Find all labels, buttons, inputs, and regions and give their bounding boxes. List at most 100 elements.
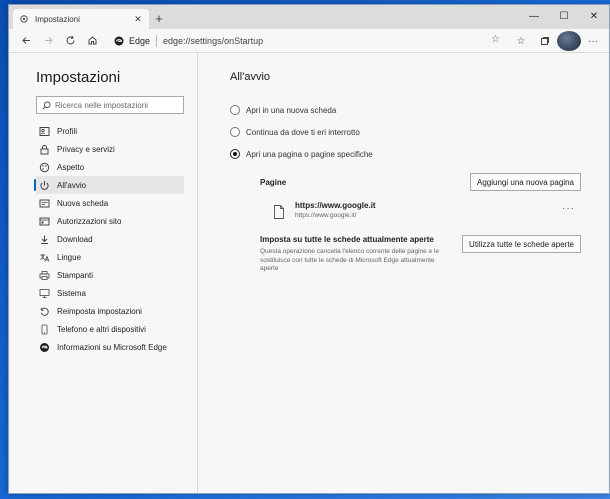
system-icon [38, 287, 50, 299]
settings-search[interactable] [36, 96, 184, 114]
reset-icon [38, 305, 50, 317]
sidebar-item-label: Telefono e altri dispositivi [57, 324, 146, 334]
document-icon [274, 205, 284, 219]
favorite-star-icon[interactable]: ☆ [491, 34, 500, 45]
add-page-button[interactable]: Aggiungi una nuova pagina [470, 173, 581, 191]
sidebar-item-nuova-scheda[interactable]: Nuova scheda [36, 194, 184, 212]
option-label: Apri in una nuova scheda [246, 105, 337, 115]
option-new-tab[interactable]: Apri in una nuova scheda [230, 99, 581, 121]
option-specific-pages[interactable]: Apri una pagina o pagine specifiche [230, 143, 581, 165]
use-all-title: Imposta su tutte le schede attualmente a… [260, 235, 434, 244]
edge-icon [38, 341, 50, 353]
address-separator [156, 35, 158, 47]
window-controls: — ☐ ✕ [519, 5, 609, 27]
sidebar-item-sistema[interactable]: Sistema [36, 284, 184, 302]
address-bar[interactable]: Edge edge://settings/onStartup ☆ [114, 32, 504, 50]
sidebar-item-privacy[interactable]: Privacy e servizi [36, 140, 184, 158]
page-list-item: https://www.google.it https://www.google… [260, 201, 581, 227]
more-menu-icon[interactable]: ··· [581, 31, 605, 51]
page-title-text: https://www.google.it [295, 201, 376, 210]
pages-section: Pagine Aggiungi una nuova pagina https:/… [260, 173, 581, 274]
site-permissions-icon [38, 215, 50, 227]
sidebar-item-stampanti[interactable]: Stampanti [36, 266, 184, 284]
sidebar-item-autorizzazioni[interactable]: Autorizzazioni sito [36, 212, 184, 230]
sidebar-item-reimposta[interactable]: Reimposta impostazioni [36, 302, 184, 320]
lock-icon [38, 143, 50, 155]
use-all-tabs-section: Imposta su tutte le schede attualmente a… [260, 235, 581, 274]
sidebar-item-telefono[interactable]: Telefono e altri dispositivi [36, 320, 184, 338]
startup-settings-panel: All'avvio Apri in una nuova scheda Conti… [198, 53, 609, 493]
tab-title: Impostazioni [35, 14, 80, 24]
refresh-button[interactable] [59, 30, 81, 52]
radio-continue[interactable] [230, 127, 240, 137]
sidebar-item-aspetto[interactable]: Aspetto [36, 158, 184, 176]
printer-icon [38, 269, 50, 281]
sidebar-item-label: Aspetto [57, 162, 85, 172]
sidebar-item-label: Nuova scheda [57, 198, 109, 208]
sidebar-item-label: All'avvio [57, 180, 87, 190]
sidebar-nav: Profili Privacy e servizi Aspetto All'av… [34, 122, 184, 356]
more-options-icon[interactable]: ··· [562, 203, 575, 214]
edge-logo-icon [114, 36, 124, 46]
new-tab-button[interactable]: + [151, 11, 167, 27]
sidebar-item-label: Informazioni su Microsoft Edge [57, 342, 167, 352]
address-url[interactable]: edge://settings/onStartup [163, 36, 263, 46]
sidebar-item-label: Lingue [57, 252, 82, 262]
forward-arrow-icon [44, 37, 53, 44]
page-title: All'avvio [230, 71, 271, 83]
back-button[interactable] [15, 30, 37, 52]
option-label: Continua da dove ti eri interrotto [246, 127, 360, 137]
sidebar-item-label: Autorizzazioni sito [57, 216, 122, 226]
tab-bar: Impostazioni ✕ + — ☐ ✕ [9, 5, 609, 29]
browser-window: Impostazioni ✕ + — ☐ ✕ Edge edge://setti… [8, 4, 610, 494]
sidebar-item-label: Stampanti [57, 270, 94, 280]
sidebar-item-allavvio[interactable]: All'avvio [34, 176, 184, 194]
use-all-tabs-button[interactable]: Utilizza tutte le schede aperte [462, 235, 581, 253]
back-arrow-icon [21, 37, 30, 44]
sidebar-item-lingue[interactable]: Lingue [36, 248, 184, 266]
sidebar-item-informazioni[interactable]: Informazioni su Microsoft Edge [36, 338, 184, 356]
navigation-bar: Edge edge://settings/onStartup ☆ ☆ ··· [9, 29, 609, 53]
languages-icon [38, 251, 50, 263]
palette-icon [38, 161, 50, 173]
tab-close-icon[interactable]: ✕ [133, 14, 143, 25]
sidebar-item-profili[interactable]: Profili [36, 122, 184, 140]
download-icon [38, 233, 50, 245]
close-window-button[interactable]: ✕ [579, 5, 609, 27]
sidebar-title: Impostazioni [36, 69, 121, 86]
page-url: https://www.google.it/ [295, 212, 357, 219]
favorites-icon[interactable]: ☆ [509, 31, 533, 51]
sidebar-item-label: Reimposta impostazioni [57, 306, 142, 316]
search-icon [42, 101, 51, 110]
profile-icon [38, 125, 50, 137]
power-icon [38, 179, 50, 191]
sidebar-item-label: Privacy e servizi [57, 144, 115, 154]
sidebar-item-label: Profili [57, 126, 78, 136]
search-input[interactable] [55, 100, 175, 110]
radio-new-tab[interactable] [230, 105, 240, 115]
newtab-icon [38, 197, 50, 209]
address-brand: Edge [129, 36, 151, 46]
home-icon [88, 36, 96, 45]
option-label: Apri una pagina o pagine specifiche [246, 149, 373, 159]
toolbar-right: ☆ ··· [509, 31, 605, 51]
sidebar-item-label: Download [57, 234, 93, 244]
tab-settings[interactable]: Impostazioni ✕ [13, 9, 149, 29]
radio-specific-pages[interactable] [230, 149, 240, 159]
home-button[interactable] [81, 30, 103, 52]
refresh-icon [66, 35, 74, 45]
profile-avatar-button[interactable] [557, 31, 581, 51]
sidebar-item-label: Sistema [57, 288, 86, 298]
minimize-button[interactable]: — [519, 5, 549, 27]
use-all-text: Imposta su tutte le schede attualmente a… [260, 235, 450, 274]
option-continue[interactable]: Continua da dove ti eri interrotto [230, 121, 581, 143]
forward-button[interactable] [37, 30, 59, 52]
use-all-description: Questa operazione cancella l'elenco corr… [260, 248, 440, 272]
collections-icon[interactable] [533, 31, 557, 51]
gear-icon [19, 14, 29, 24]
sidebar-item-download[interactable]: Download [36, 230, 184, 248]
maximize-button[interactable]: ☐ [549, 5, 579, 27]
phone-icon [38, 323, 50, 335]
page-info: https://www.google.it https://www.google… [295, 201, 376, 219]
pages-label: Pagine [260, 177, 287, 187]
